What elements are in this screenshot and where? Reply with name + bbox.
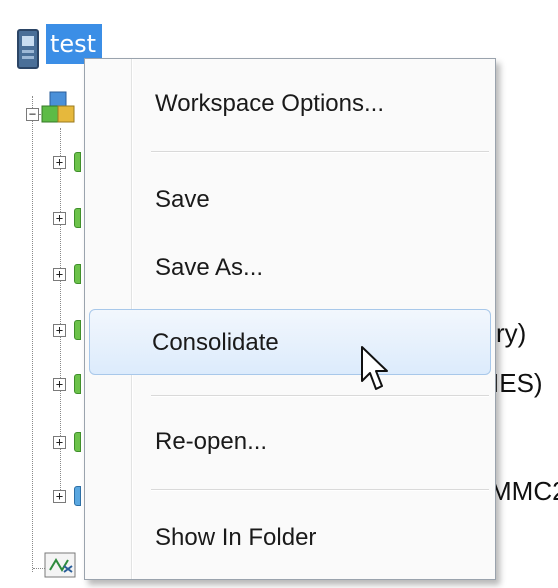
- menu-item-label: Save: [155, 186, 210, 213]
- folder-icon: [74, 486, 81, 506]
- tree-item-label-fragment: MMC2): [490, 476, 558, 506]
- folder-icon: [74, 208, 81, 228]
- context-menu: Workspace Options... Save Save As... Con…: [84, 58, 496, 580]
- menu-item-consolidate[interactable]: Consolidate: [89, 309, 491, 375]
- package-icon: [41, 91, 75, 123]
- tree-expand-toggle[interactable]: +: [53, 268, 66, 281]
- menu-item-label: Workspace Options...: [155, 90, 384, 117]
- menu-item-label: Save As...: [155, 254, 264, 281]
- menu-item-label: Consolidate: [152, 329, 279, 356]
- menu-item-label: Re-open...: [155, 428, 268, 455]
- workspace-icon: [17, 29, 39, 69]
- tree-expand-toggle[interactable]: +: [53, 156, 66, 169]
- tree-item-label-fragment: ry): [496, 318, 527, 348]
- tree-expand-toggle[interactable]: +: [53, 436, 66, 449]
- tree-connector-line: [32, 96, 33, 572]
- folder-icon: [74, 374, 81, 394]
- menu-item-label: Show In Folder: [155, 524, 317, 551]
- menu-separator: [151, 151, 489, 153]
- folder-icon: [74, 264, 81, 284]
- menu-separator: [151, 489, 489, 491]
- folder-icon: [74, 320, 81, 340]
- tree-expand-toggle[interactable]: +: [53, 212, 66, 225]
- menu-item-save-as[interactable]: Save As...: [89, 235, 491, 301]
- mouse-pointer-icon: [361, 346, 388, 390]
- tree-expand-toggle[interactable]: +: [53, 378, 66, 391]
- menu-item-reopen[interactable]: Re-open...: [89, 409, 491, 475]
- connector-icon: [44, 552, 76, 578]
- menu-separator: [151, 395, 489, 397]
- menu-item-save[interactable]: Save: [89, 167, 491, 233]
- tree-expand-toggle[interactable]: +: [53, 490, 66, 503]
- menu-item-show-in-folder[interactable]: Show In Folder: [89, 505, 491, 571]
- tree-collapse-toggle[interactable]: −: [26, 108, 39, 121]
- tree-item-label-fragment: IES): [492, 368, 543, 398]
- tree-expand-toggle[interactable]: +: [53, 324, 66, 337]
- folder-icon: [74, 432, 81, 452]
- menu-item-workspace-options[interactable]: Workspace Options...: [89, 71, 491, 137]
- folder-icon: [74, 152, 81, 172]
